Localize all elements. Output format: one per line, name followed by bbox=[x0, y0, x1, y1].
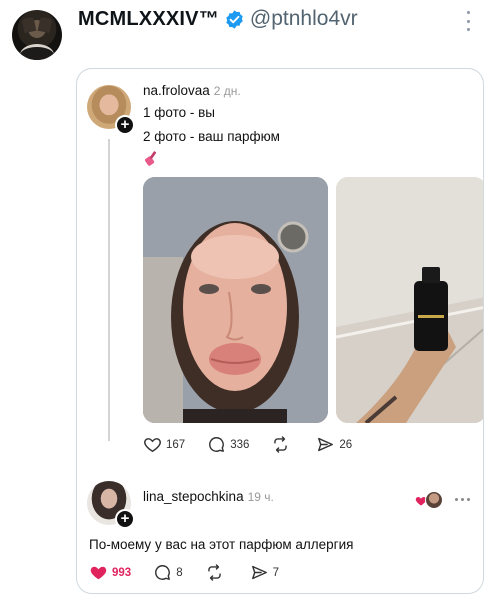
thread-connector-line bbox=[108, 139, 110, 441]
send-icon bbox=[318, 437, 334, 452]
embedded-media-card[interactable]: + na.frolovaa 2 дн. 1 фото - вы 2 фото - … bbox=[76, 68, 484, 594]
share-button[interactable]: 7 bbox=[250, 563, 279, 582]
author-name-row: MCMLXXXIV™ @ptnhlo4vr bbox=[78, 7, 358, 31]
reply-actions: 993 8 7 bbox=[89, 563, 301, 582]
repost-icon bbox=[207, 564, 221, 581]
author-handle[interactable]: @ptnhlo4vr bbox=[250, 7, 358, 31]
post-actions: 167 336 26 bbox=[143, 435, 374, 454]
author-liked-avatar bbox=[425, 491, 443, 509]
reply-author-row: lina_stepochkina 19 ч. bbox=[143, 489, 274, 504]
send-icon bbox=[251, 565, 267, 580]
perfume-photo-illustration bbox=[336, 177, 483, 423]
comment-count: 336 bbox=[230, 438, 250, 451]
avatar-cat-ear bbox=[21, 16, 37, 34]
share-count: 7 bbox=[272, 566, 279, 579]
avatar-cat-ear bbox=[37, 16, 53, 34]
share-button[interactable]: 26 bbox=[316, 435, 352, 454]
repost-button[interactable] bbox=[205, 563, 228, 582]
heart-filled-icon bbox=[90, 566, 107, 580]
share-count: 26 bbox=[339, 438, 353, 451]
like-count: 167 bbox=[166, 438, 186, 451]
author-display-name[interactable]: MCMLXXXIV™ bbox=[78, 8, 219, 31]
author-avatar[interactable] bbox=[12, 10, 62, 60]
post-photo-2[interactable] bbox=[336, 177, 483, 423]
follow-plus-icon[interactable]: + bbox=[115, 509, 135, 529]
like-button[interactable]: 993 bbox=[89, 563, 131, 582]
post-photo-1[interactable] bbox=[143, 177, 328, 423]
nail-polish-icon bbox=[144, 151, 157, 166]
reply-time: 19 ч. bbox=[247, 490, 274, 504]
verified-badge-icon bbox=[226, 9, 243, 29]
reply-more-options-icon[interactable] bbox=[455, 498, 473, 501]
post-username[interactable]: na.frolovaa bbox=[143, 83, 210, 98]
heart-outline-icon bbox=[144, 438, 161, 453]
comment-button[interactable]: 8 bbox=[153, 563, 183, 582]
post-text-line-2: 2 фото - ваш парфюм bbox=[143, 129, 280, 144]
reply-text: По-моему у вас на этот парфюм аллергия bbox=[89, 537, 354, 552]
comment-icon bbox=[209, 437, 225, 452]
post-author-row: na.frolovaa 2 дн. bbox=[143, 83, 241, 98]
like-count: 993 bbox=[112, 566, 132, 579]
repost-icon bbox=[274, 436, 288, 453]
like-button[interactable]: 167 bbox=[143, 435, 185, 454]
avatar-suit bbox=[20, 44, 54, 60]
post-text-line-1: 1 фото - вы bbox=[143, 105, 215, 120]
repost-button[interactable] bbox=[271, 435, 294, 454]
comment-count: 8 bbox=[176, 566, 183, 579]
post-time: 2 дн. bbox=[213, 84, 241, 98]
comment-icon bbox=[155, 565, 171, 580]
follow-plus-icon[interactable]: + bbox=[115, 115, 135, 135]
comment-button[interactable]: 336 bbox=[207, 435, 249, 454]
reply-username[interactable]: lina_stepochkina bbox=[143, 489, 244, 504]
face-photo-illustration bbox=[143, 177, 328, 423]
more-options-icon[interactable] bbox=[462, 11, 474, 31]
